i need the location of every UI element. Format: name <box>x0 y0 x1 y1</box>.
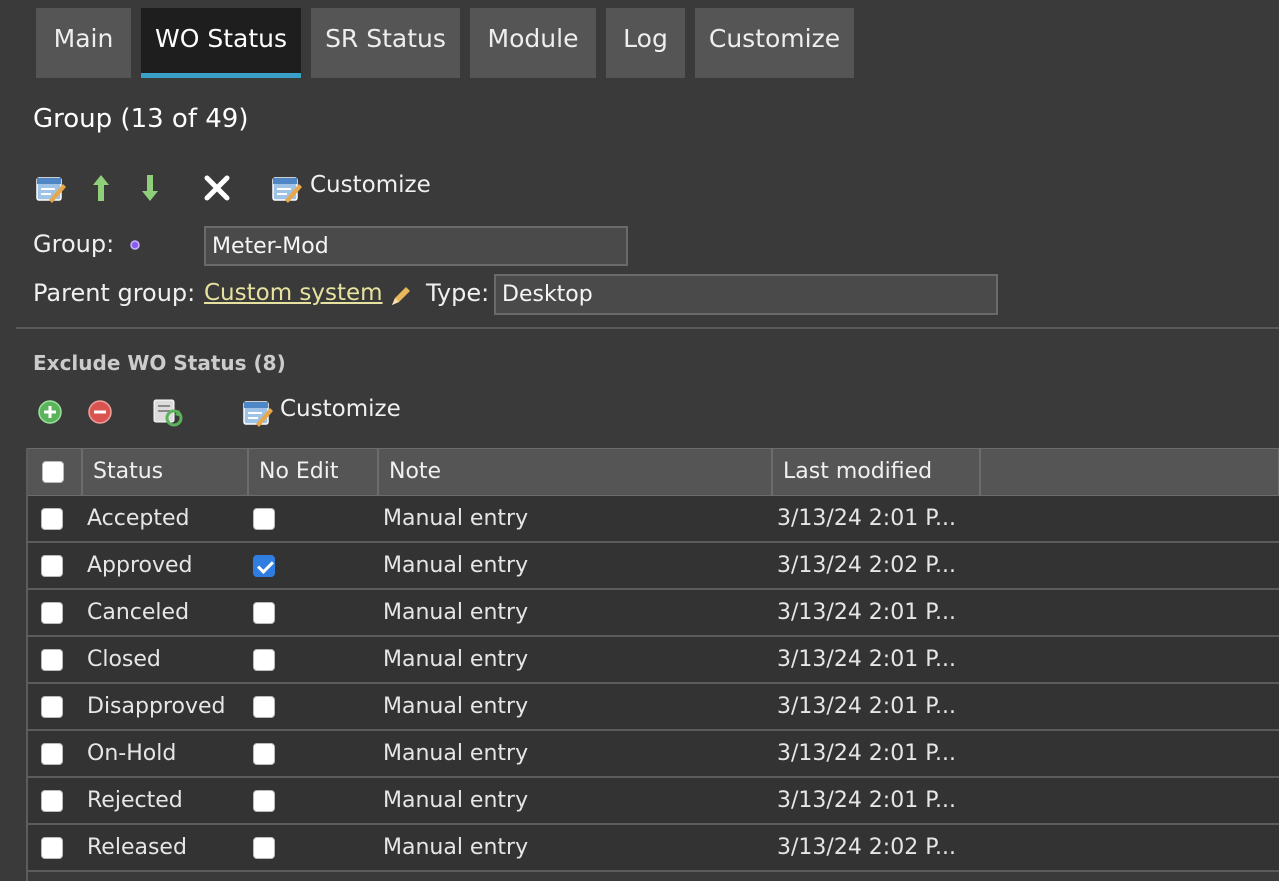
table-row[interactable]: Disapproved Manual entry 3/13/24 2:01 P... <box>26 684 1279 731</box>
table-row[interactable]: Approved Manual entry 3/13/24 2:02 P... <box>26 543 1279 590</box>
last-modified-cell: 3/13/24 2:02 P... <box>777 553 957 578</box>
last-modified-cell: 3/13/24 2:02 P... <box>777 835 957 860</box>
customize-grid-label[interactable]: Customize <box>280 396 401 422</box>
header-no-edit[interactable]: No Edit <box>249 449 379 495</box>
note-cell: Manual entry <box>383 506 529 531</box>
tab-sr-status[interactable]: SR Status <box>311 8 460 78</box>
parent-group-link[interactable]: Custom system <box>204 280 383 306</box>
no-edit-checkbox[interactable] <box>253 649 275 671</box>
last-modified-cell: 3/13/24 2:01 P... <box>777 647 957 672</box>
tab-customize[interactable]: Customize <box>695 8 854 78</box>
grid-header: Status No Edit Note Last modified <box>26 448 1279 496</box>
edit-icon[interactable] <box>34 172 68 206</box>
row-select-checkbox[interactable] <box>41 696 63 718</box>
last-modified-cell: 3/13/24 2:01 P... <box>777 788 957 813</box>
required-dot-icon <box>128 238 142 252</box>
row-select-checkbox[interactable] <box>41 602 63 624</box>
row-select-checkbox[interactable] <box>41 555 63 577</box>
table-row[interactable]: Closed Manual entry 3/13/24 2:01 P... <box>26 637 1279 684</box>
move-down-icon[interactable] <box>137 172 163 204</box>
note-cell: Manual entry <box>383 600 529 625</box>
row-select-checkbox[interactable] <box>41 649 63 671</box>
tab-main[interactable]: Main <box>36 8 131 78</box>
last-modified-cell: 3/13/24 2:01 P... <box>777 694 957 719</box>
last-modified-cell: 3/13/24 2:01 P... <box>777 741 957 766</box>
move-up-icon[interactable] <box>88 172 114 204</box>
no-edit-checkbox[interactable] <box>253 743 275 765</box>
table-row[interactable]: Rejected Manual entry 3/13/24 2:01 P... <box>26 778 1279 825</box>
divider <box>16 327 1279 329</box>
status-cell: Disapproved <box>87 694 226 719</box>
tab-module[interactable]: Module <box>470 8 596 78</box>
status-cell: Released <box>87 835 187 860</box>
customize-label[interactable]: Customize <box>310 172 431 198</box>
row-select-checkbox[interactable] <box>41 508 63 530</box>
exclude-section-title: Exclude WO Status (8) <box>33 351 286 375</box>
last-modified-cell: 3/13/24 2:01 P... <box>777 506 957 531</box>
tab-wo-status[interactable]: WO Status <box>141 8 301 78</box>
table-row[interactable]: Canceled Manual entry 3/13/24 2:01 P... <box>26 590 1279 637</box>
delete-icon[interactable] <box>202 173 232 203</box>
row-select-checkbox[interactable] <box>41 743 63 765</box>
row-select-checkbox[interactable] <box>41 790 63 812</box>
no-edit-checkbox[interactable] <box>253 790 275 812</box>
remove-icon[interactable] <box>86 398 114 426</box>
status-cell: Canceled <box>87 600 190 625</box>
header-last-modified[interactable]: Last modified <box>773 449 981 495</box>
parent-group-label: Parent group: <box>33 279 196 307</box>
status-cell: On-Hold <box>87 741 177 766</box>
no-edit-checkbox[interactable] <box>253 555 275 577</box>
last-modified-cell: 3/13/24 2:01 P... <box>777 600 957 625</box>
group-name-field[interactable] <box>204 226 628 266</box>
status-cell: Accepted <box>87 506 190 531</box>
add-icon[interactable] <box>36 398 64 426</box>
note-cell: Manual entry <box>383 553 529 578</box>
status-cell: Closed <box>87 647 161 672</box>
note-cell: Manual entry <box>383 694 529 719</box>
no-edit-checkbox[interactable] <box>253 696 275 718</box>
tab-log[interactable]: Log <box>606 8 685 78</box>
no-edit-checkbox[interactable] <box>253 602 275 624</box>
customize-icon[interactable] <box>270 172 304 206</box>
note-cell: Manual entry <box>383 647 529 672</box>
no-edit-checkbox[interactable] <box>253 837 275 859</box>
pencil-icon[interactable] <box>388 283 414 309</box>
table-row[interactable]: On-Hold Manual entry 3/13/24 2:01 P... <box>26 731 1279 778</box>
table-row[interactable]: Accepted Manual entry 3/13/24 2:01 P... <box>26 496 1279 543</box>
table-row[interactable]: Released Manual entry 3/13/24 2:02 P... <box>26 825 1279 872</box>
note-cell: Manual entry <box>383 835 529 860</box>
note-cell: Manual entry <box>383 788 529 813</box>
type-field[interactable] <box>494 274 998 315</box>
header-status[interactable]: Status <box>83 449 249 495</box>
group-label: Group: <box>33 230 115 258</box>
header-note[interactable]: Note <box>379 449 773 495</box>
grid-left-border <box>26 448 28 881</box>
no-edit-checkbox[interactable] <box>253 508 275 530</box>
customize-grid-icon[interactable] <box>241 396 275 430</box>
status-cell: Approved <box>87 553 193 578</box>
status-cell: Rejected <box>87 788 183 813</box>
type-label: Type: <box>426 279 490 307</box>
row-select-checkbox[interactable] <box>41 837 63 859</box>
group-title: Group (13 of 49) <box>33 104 249 134</box>
header-select-all-cell <box>27 449 83 495</box>
select-all-checkbox[interactable] <box>42 461 64 483</box>
refresh-icon[interactable] <box>150 396 184 428</box>
note-cell: Manual entry <box>383 741 529 766</box>
